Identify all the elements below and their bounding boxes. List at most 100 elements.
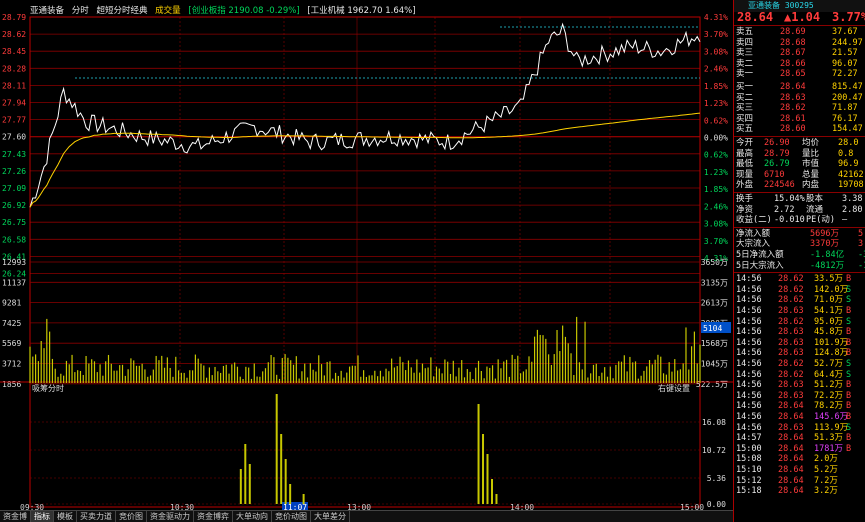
flow-extra: -3 (858, 250, 865, 260)
flow-row[interactable]: 大宗流入 3370万 3 (734, 239, 865, 250)
tick-row[interactable]: 14:56 28.63 124.8万 B (734, 348, 865, 359)
tick-price: 28.64 (778, 454, 804, 465)
tick-row[interactable]: 15:08 28.64 2.0万 (734, 454, 865, 465)
stat-label: 最高 (736, 148, 754, 159)
tick-row[interactable]: 14:56 28.64 78.2万 B (734, 401, 865, 412)
volume-tick-label: 5569 (2, 339, 21, 348)
tick-row[interactable]: 14:56 28.62 71.0万 S (734, 295, 865, 306)
stat-row[interactable]: 现量 6710 总量 42162 (734, 170, 865, 181)
bid-label: 买一 (736, 82, 754, 92)
stat-row[interactable]: 最高 28.79 量比 0.8 (734, 149, 865, 160)
tick-volume: 71.0万 (814, 295, 843, 306)
tick-row[interactable]: 14:56 28.63 101.9万 B (734, 338, 865, 349)
bottom-tab[interactable]: 大单差分 (311, 511, 350, 522)
bottom-tab[interactable]: 竞价动图 (272, 511, 311, 522)
quote-panel: 亚通装备 300295 28.64 ▲1.04 3.77% 卖五 28.69 37.… (733, 0, 865, 522)
tick-time: 14:56 (736, 401, 762, 412)
tick-row[interactable]: 14:56 28.62 52.7万 S (734, 359, 865, 370)
tick-row[interactable]: 14:56 28.63 72.2万 B (734, 391, 865, 402)
tick-row[interactable]: 15:18 28.64 3.2万 (734, 486, 865, 497)
ask-row[interactable]: 卖五 28.69 37.67 (734, 27, 865, 38)
stat-row[interactable]: 净资 2.72 流通 2.80 (734, 205, 865, 216)
tick-side: B (846, 433, 852, 444)
flow-value: -4812万 (810, 260, 845, 271)
flow-row[interactable]: 5日净流入额 -1.84亿 -3 (734, 250, 865, 261)
price-tick-label: 26.58 (2, 235, 26, 244)
view-mode-tab[interactable]: 分时 (72, 6, 89, 16)
bottom-tab[interactable]: 资金博弈 (194, 511, 233, 522)
flow-label: 大宗流入 (736, 239, 771, 250)
tick-row[interactable]: 14:56 28.62 95.0万 S (734, 317, 865, 328)
bid-price: 28.61 (780, 113, 806, 124)
bid-row[interactable]: 买二 28.63 200.47 (734, 93, 865, 104)
bid-price: 28.63 (780, 92, 806, 103)
stat-value: 42162 (838, 169, 864, 180)
bid-row[interactable]: 买四 28.61 76.17 (734, 114, 865, 125)
tick-row[interactable]: 14:56 28.62 142.0万 S (734, 285, 865, 296)
time-tick-label: 09:30 (20, 503, 44, 510)
bottom-tab[interactable]: 资金博 (0, 511, 31, 522)
tick-volume: 33.5万 (814, 274, 843, 285)
pct-tick-label: 1.23% (704, 168, 728, 177)
tick-volume: 78.2万 (814, 401, 843, 412)
tick-row[interactable]: 15:12 28.64 7.2万 (734, 476, 865, 487)
index-industry[interactable]: [工业机械 1962.70 1.64%] (307, 6, 415, 16)
indicator-name[interactable]: 超短分时经典 (96, 6, 147, 16)
tick-side: B (846, 348, 852, 359)
tick-row[interactable]: 15:10 28.64 5.2万 (734, 465, 865, 476)
price-tick-label: 27.60 (2, 133, 26, 142)
bottom-tab[interactable]: 资金驱动力 (147, 511, 194, 522)
bottom-tab[interactable]: 模板 (54, 511, 77, 522)
time-tick-label: 15:00 (680, 503, 704, 510)
tick-time: 14:57 (736, 433, 762, 444)
tick-side: S (846, 316, 852, 327)
tick-side: B (846, 443, 852, 454)
tick-row[interactable]: 14:56 28.63 45.8万 B (734, 327, 865, 338)
index-chinext[interactable]: [创业板指 2190.08 -0.29%] (188, 6, 299, 16)
tick-row[interactable]: 14:56 28.64 145.6万 B (734, 412, 865, 423)
intraday-chart[interactable]: 28.79 28.62 28.45 28.28 28.11 27.94 27.77 27.60… (0, 0, 733, 510)
flow-row[interactable]: 5日大宗流入 -4812万 -1 (734, 261, 865, 272)
bid-label: 买二 (736, 92, 754, 103)
ask-row[interactable]: 卖一 28.65 72.27 (734, 69, 865, 80)
tick-side: S (846, 295, 852, 306)
ask-row[interactable]: 卖四 28.68 244.97 (734, 38, 865, 49)
tick-time: 14:56 (736, 359, 762, 369)
tick-row[interactable]: 14:56 28.62 33.5万 B (734, 274, 865, 285)
bid-row[interactable]: 买一 28.64 815.47 (734, 82, 865, 93)
stat-row[interactable]: 收益(二) -0.010 PE(动) — (734, 215, 865, 226)
bottom-tab[interactable]: 买卖力道 (77, 511, 116, 522)
tick-row[interactable]: 14:56 28.63 51.2万 B (734, 380, 865, 391)
tick-side: S (846, 284, 852, 295)
stat-row[interactable]: 最低 26.79 市值 96.9 (734, 159, 865, 170)
stat-row[interactable]: 外盘 224546 内盘 19708 (734, 180, 865, 191)
pct-tick-label: 3.70% (704, 237, 728, 246)
tick-row[interactable]: 14:57 28.64 51.3万 B (734, 433, 865, 444)
stat-row[interactable]: 今开 26.90 均价 28.0 (734, 138, 865, 149)
tick-time: 14:56 (736, 412, 762, 422)
tick-row[interactable]: 14:56 28.63 54.1万 B (734, 306, 865, 317)
tick-side: B (846, 401, 852, 412)
bid-row[interactable]: 买五 28.60 154.47 (734, 124, 865, 135)
tick-side: B (846, 390, 852, 401)
bottom-tab[interactable]: 指标 (31, 511, 54, 522)
bottom-tab[interactable]: 竞价图 (116, 511, 147, 522)
flow-label: 5日净流入额 (736, 250, 784, 260)
bottom-tab[interactable]: 大单动向 (233, 511, 272, 522)
time-tick-label: 13:00 (347, 503, 371, 510)
ask-row[interactable]: 卖二 28.66 96.07 (734, 59, 865, 70)
subchart-tick-label: 10.72 (702, 446, 726, 455)
stock-name[interactable]: 亚通装备 (30, 6, 64, 16)
stat-row[interactable]: 换手 15.04% 股本 3.38 (734, 194, 865, 205)
tick-volume: 51.2万 (814, 380, 843, 391)
tick-row[interactable]: 14:56 28.63 113.9万 S (734, 423, 865, 434)
price-tick-label: 26.75 (2, 218, 26, 227)
bid-row[interactable]: 买三 28.62 71.87 (734, 103, 865, 114)
ask-row[interactable]: 卖三 28.67 21.57 (734, 48, 865, 59)
ask-price: 28.66 (780, 58, 806, 69)
tick-row[interactable]: 15:00 28.64 1781万 B (734, 444, 865, 455)
price-tick-label: 27.43 (2, 150, 26, 159)
tick-row[interactable]: 14:56 28.62 64.4万 S (734, 370, 865, 381)
flow-extra: -1 (858, 260, 865, 271)
tick-time: 14:56 (736, 284, 762, 295)
